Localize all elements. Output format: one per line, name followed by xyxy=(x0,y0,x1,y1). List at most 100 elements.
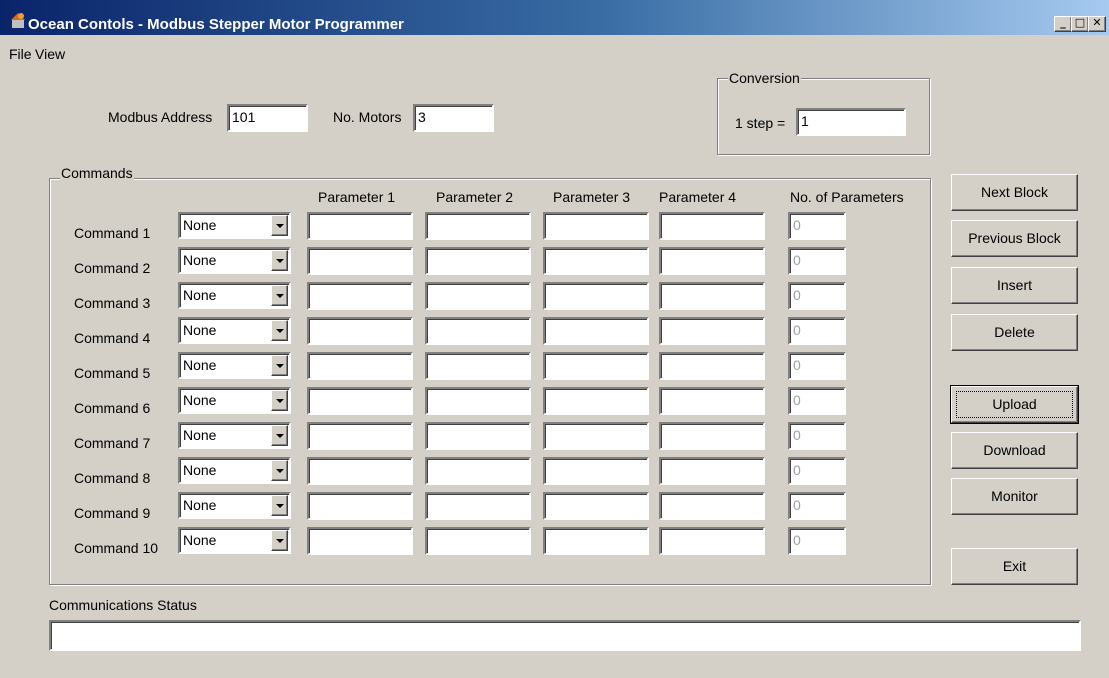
parameter-2-input[interactable] xyxy=(425,387,531,415)
parameter-3-input[interactable] xyxy=(543,212,649,240)
maximize-button[interactable]: □ xyxy=(1071,16,1089,32)
chevron-down-icon[interactable] xyxy=(271,320,288,341)
chevron-down-icon[interactable] xyxy=(271,285,288,306)
parameter-4-input[interactable] xyxy=(659,457,765,485)
conversion-input[interactable]: 1 xyxy=(796,108,906,136)
parameter-3-input[interactable] xyxy=(543,282,649,310)
conversion-label: 1 step = xyxy=(735,115,786,131)
header-parameter-3: Parameter 3 xyxy=(553,189,631,205)
parameter-2-input[interactable] xyxy=(425,492,531,520)
parameter-3-input[interactable] xyxy=(543,422,649,450)
number-of-parameters-field: 0 xyxy=(788,457,846,485)
parameter-1-input[interactable] xyxy=(307,387,413,415)
menu-file-label: File xyxy=(9,46,32,62)
next-block-button[interactable]: Next Block xyxy=(951,174,1078,211)
parameter-1-input[interactable] xyxy=(307,457,413,485)
insert-button[interactable]: Insert xyxy=(951,267,1078,304)
previous-block-button[interactable]: Previous Block xyxy=(951,220,1078,257)
parameter-4-input[interactable] xyxy=(659,527,765,555)
parameter-3-input[interactable] xyxy=(543,247,649,275)
download-button[interactable]: Download xyxy=(951,432,1078,469)
parameter-3-input[interactable] xyxy=(543,527,649,555)
parameter-2-input[interactable] xyxy=(425,212,531,240)
parameter-1-input[interactable] xyxy=(307,352,413,380)
command-select[interactable]: None xyxy=(178,282,291,309)
parameter-2-input[interactable] xyxy=(425,457,531,485)
number-of-parameters-field: 0 xyxy=(788,282,846,310)
number-of-parameters-field: 0 xyxy=(788,212,846,240)
parameter-2-input[interactable] xyxy=(425,352,531,380)
command-select[interactable]: None xyxy=(178,527,291,554)
parameter-3-input[interactable] xyxy=(543,317,649,345)
minimize-button[interactable]: _ xyxy=(1054,16,1072,32)
parameter-1-input[interactable] xyxy=(307,247,413,275)
number-of-parameters-field: 0 xyxy=(788,387,846,415)
command-select[interactable]: None xyxy=(178,317,291,344)
exit-button[interactable]: Exit xyxy=(951,548,1078,585)
parameter-1-input[interactable] xyxy=(307,317,413,345)
menu-view[interactable]: View xyxy=(35,46,65,62)
command-select[interactable]: None xyxy=(178,422,291,449)
command-select-value: None xyxy=(183,287,217,303)
chevron-down-icon[interactable] xyxy=(271,250,288,271)
command-select[interactable]: None xyxy=(178,387,291,414)
parameter-1-input[interactable] xyxy=(307,422,413,450)
delete-button[interactable]: Delete xyxy=(951,314,1078,351)
parameter-3-input[interactable] xyxy=(543,352,649,380)
chevron-down-icon[interactable] xyxy=(271,215,288,236)
chevron-down-icon[interactable] xyxy=(271,355,288,376)
command-select[interactable]: None xyxy=(178,457,291,484)
parameter-1-input[interactable] xyxy=(307,282,413,310)
close-button[interactable]: ✕ xyxy=(1088,16,1106,32)
command-row-label: Command 2 xyxy=(74,260,151,276)
app-icon xyxy=(11,13,25,28)
parameter-4-input[interactable] xyxy=(659,212,765,240)
chevron-down-icon[interactable] xyxy=(271,495,288,516)
command-select-value: None xyxy=(183,532,217,548)
command-select[interactable]: None xyxy=(178,352,291,379)
command-row-label: Command 10 xyxy=(74,540,159,556)
number-of-parameters-field: 0 xyxy=(788,317,846,345)
parameter-4-input[interactable] xyxy=(659,422,765,450)
parameter-3-input[interactable] xyxy=(543,457,649,485)
parameter-2-input[interactable] xyxy=(425,527,531,555)
communications-status-label: Communications Status xyxy=(49,597,197,613)
parameter-3-input[interactable] xyxy=(543,387,649,415)
parameter-2-input[interactable] xyxy=(425,422,531,450)
command-select-value: None xyxy=(183,497,217,513)
command-select[interactable]: None xyxy=(178,492,291,519)
motors-label: No. Motors xyxy=(333,109,402,125)
command-select-value: None xyxy=(183,392,217,408)
parameter-4-input[interactable] xyxy=(659,387,765,415)
monitor-button[interactable]: Monitor xyxy=(951,478,1078,515)
parameter-2-input[interactable] xyxy=(425,317,531,345)
parameter-4-input[interactable] xyxy=(659,282,765,310)
command-row-label: Command 4 xyxy=(74,330,151,346)
parameter-4-input[interactable] xyxy=(659,352,765,380)
command-select-value: None xyxy=(183,252,217,268)
parameter-2-input[interactable] xyxy=(425,247,531,275)
parameter-4-input[interactable] xyxy=(659,492,765,520)
upload-button[interactable]: Upload xyxy=(950,385,1079,424)
chevron-down-icon[interactable] xyxy=(271,390,288,411)
communications-status-field[interactable] xyxy=(49,620,1081,651)
header-parameter-2: Parameter 2 xyxy=(436,189,514,205)
chevron-down-icon[interactable] xyxy=(271,530,288,551)
parameter-1-input[interactable] xyxy=(307,212,413,240)
conversion-legend: Conversion xyxy=(728,70,801,86)
command-select[interactable]: None xyxy=(178,247,291,274)
motors-input[interactable]: 3 xyxy=(413,104,494,132)
parameter-4-input[interactable] xyxy=(659,247,765,275)
parameter-4-input[interactable] xyxy=(659,317,765,345)
command-select[interactable]: None xyxy=(178,212,291,239)
number-of-parameters-field: 0 xyxy=(788,422,846,450)
parameter-3-input[interactable] xyxy=(543,492,649,520)
parameter-1-input[interactable] xyxy=(307,527,413,555)
parameter-2-input[interactable] xyxy=(425,282,531,310)
modbus-address-input[interactable]: 101 xyxy=(227,104,308,132)
chevron-down-icon[interactable] xyxy=(271,425,288,446)
parameter-1-input[interactable] xyxy=(307,492,413,520)
command-row-label: Command 1 xyxy=(74,225,151,241)
chevron-down-icon[interactable] xyxy=(271,460,288,481)
menu-file[interactable]: File xyxy=(9,46,32,62)
